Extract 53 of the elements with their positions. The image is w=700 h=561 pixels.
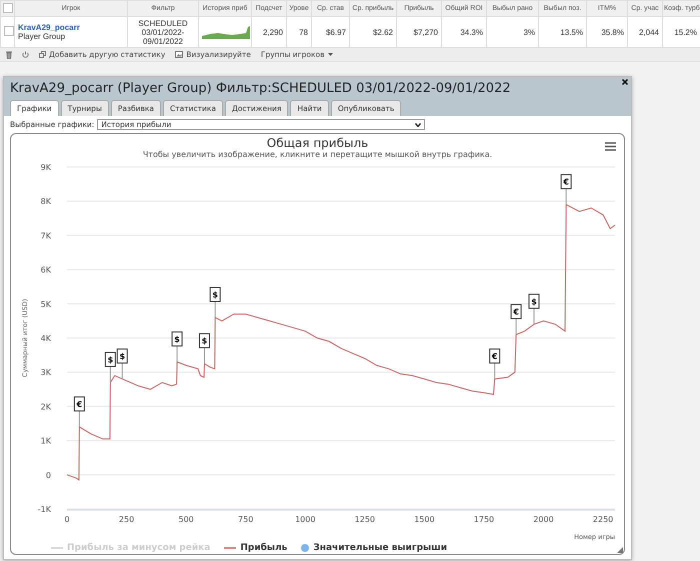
annotation: €: [562, 178, 569, 187]
annotation: €: [490, 352, 498, 362]
y-tick-label: 9K: [40, 163, 50, 172]
copy-icon: [39, 51, 46, 58]
y-tick-label: 8K: [40, 197, 50, 206]
x-tick-label: 1000: [294, 515, 315, 524]
y-tick-label: 7K: [40, 231, 50, 240]
line-swatch-icon: [224, 546, 236, 550]
image-icon: [175, 51, 184, 58]
y-tick-label: -1K: [37, 505, 50, 514]
trash-icon: [6, 50, 12, 58]
annotation: €: [75, 400, 82, 409]
y-tick-label: 5K: [40, 300, 50, 309]
annotation: $: [201, 336, 208, 346]
select-all-checkbox[interactable]: [2, 2, 12, 12]
y-tick-label: 4K: [40, 334, 50, 343]
y-tick-label: 6K: [40, 266, 50, 275]
chart-subtitle: Чтобы увеличить изображение, кликните и перетащите мышкой внутрь графика.: [142, 150, 492, 159]
dot-icon: [301, 544, 310, 552]
annotation: $: [107, 355, 114, 364]
legend-item[interactable]: Значительные выигрыши: [301, 543, 448, 553]
delete-button[interactable]: [6, 50, 12, 58]
y-tick-label: 1K: [40, 436, 50, 446]
window-title: KravA29_pocarr (Player Group) Фильтр:SCHEDULED 03/01/2022-09/01/2022: [10, 81, 512, 96]
caret-icon: [328, 53, 332, 56]
annotation: $: [530, 297, 537, 306]
line-swatch-icon: [51, 546, 63, 550]
close-button[interactable]: [622, 79, 628, 85]
annotation: €: [512, 308, 519, 317]
player-link[interactable]: KravA29_pocarr: [18, 23, 124, 32]
annotation: $: [212, 290, 218, 300]
menu-icon[interactable]: [605, 142, 616, 151]
y-tick-label: 2K: [40, 402, 50, 412]
legend-item[interactable]: Прибыль: [224, 543, 288, 553]
x-tick-label: 0: [64, 515, 70, 524]
chart-title: Общая прибыль: [266, 136, 368, 150]
x-tick-label: 1250: [354, 515, 374, 524]
row-checkbox[interactable]: [4, 26, 14, 36]
annotation: $: [174, 334, 180, 344]
profit-sparkline: [202, 23, 250, 39]
annotation: $: [118, 352, 125, 362]
x-tick-label: 2250: [592, 515, 613, 524]
player-group: Player Group: [18, 32, 124, 41]
x-tick-label: 250: [118, 515, 134, 524]
y-tick-label: 0: [45, 470, 50, 480]
chevron-down-icon: [415, 122, 422, 126]
resize-handle-icon[interactable]: [617, 547, 623, 553]
x-tick-label: 1750: [473, 515, 494, 524]
x-tick-label: 2000: [532, 515, 554, 524]
x-tick-label: 750: [238, 515, 253, 524]
x-tick-label: 1500: [414, 515, 434, 524]
y-tick-label: 3K: [40, 368, 50, 378]
x-tick-label: 500: [178, 515, 194, 524]
